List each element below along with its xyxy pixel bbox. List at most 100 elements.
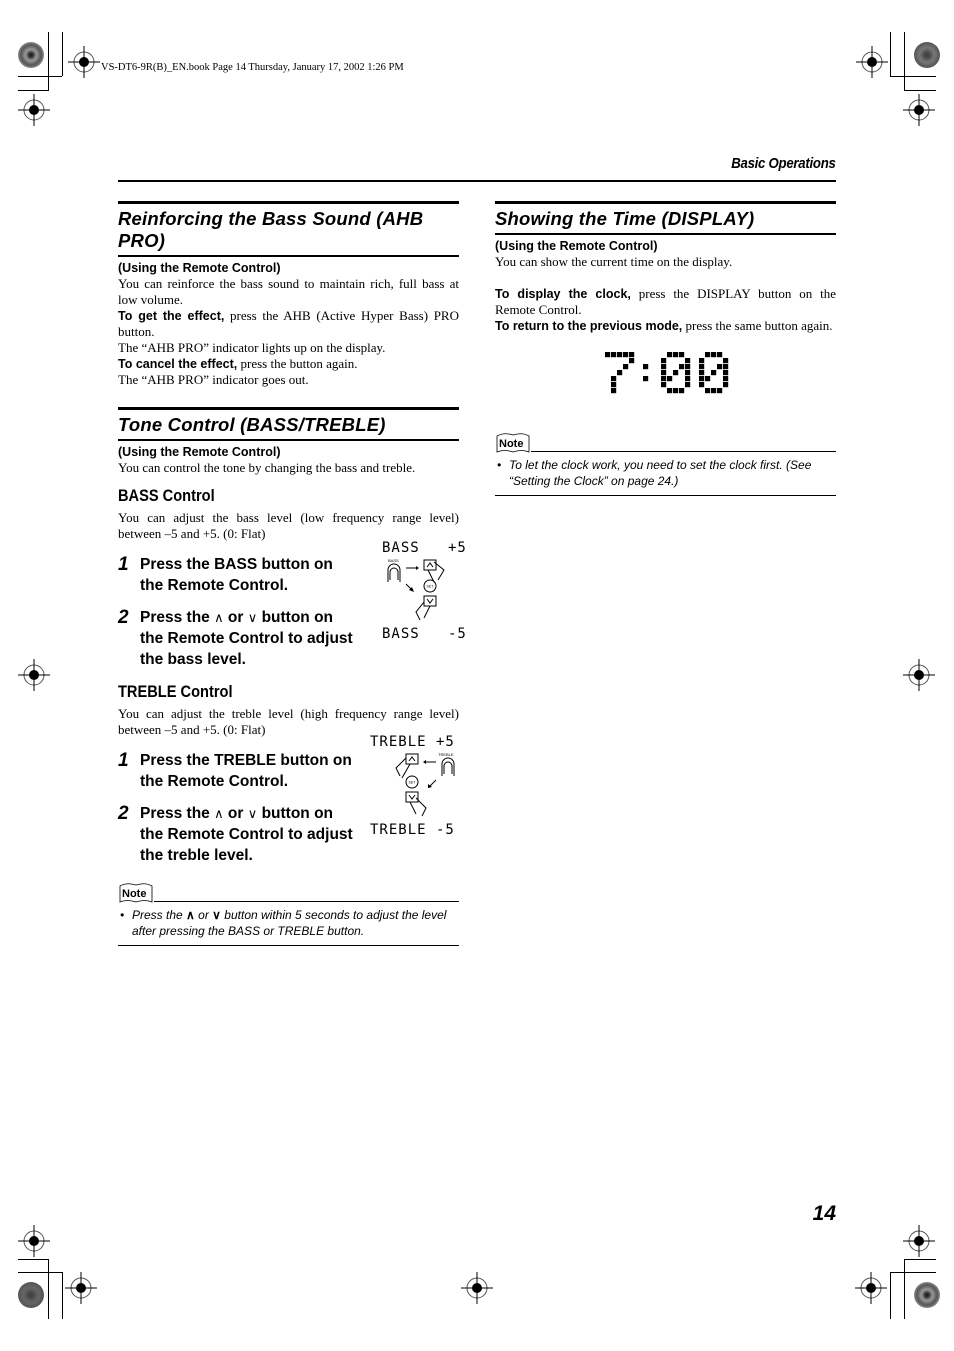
page-number: 14 (812, 1202, 836, 1225)
left-column: Reinforcing the Bass Sound (AHB PRO) (Us… (118, 201, 466, 946)
lcd-treble-minus: TREBLE -5 (370, 822, 455, 838)
note-header: Note (495, 430, 836, 454)
lead-text: To get the effect, (118, 309, 225, 323)
note-rule (154, 901, 459, 902)
lcd-dot (629, 358, 635, 364)
bass-figure: BASS +5 BASS SET BASS -5 (382, 540, 466, 646)
step-text: Press the BASS button on the Remote Cont… (140, 556, 333, 594)
lcd-dot (699, 370, 705, 376)
body-text: press the button again. (237, 356, 358, 371)
lcd-dot (673, 370, 679, 376)
section-title: Tone Control (BASS/TREBLE) (118, 407, 459, 441)
svg-text:SET: SET (427, 585, 435, 589)
bullet: • (120, 908, 125, 922)
lead-text: To display the clock, (495, 287, 631, 301)
lcd-dot (617, 352, 623, 358)
lcd-dot (679, 364, 685, 370)
step-text: Press the (140, 609, 215, 626)
lcd-dot (661, 370, 667, 376)
down-arrow-icon: ∨ (247, 806, 258, 821)
section-subhead: (Using the Remote Control) (118, 445, 281, 459)
note-book-icon: Note (495, 430, 531, 454)
lcd-dot (623, 364, 629, 370)
lcd-dot (611, 388, 617, 394)
note-text: • To let the clock work, you need to set … (495, 457, 836, 489)
treble-control-heading: TREBLE Control (118, 682, 233, 701)
color-rosette-icon (18, 42, 44, 68)
clock-display: 7:00 (495, 348, 836, 418)
lcd-dot (685, 358, 691, 364)
lcd-dot (679, 388, 685, 394)
bullet: • (497, 458, 502, 472)
crop-line (890, 1272, 891, 1319)
crop-line (904, 32, 905, 90)
remote-hand-illustration: TREBLE SET (395, 752, 455, 817)
step-number: 2 (118, 607, 129, 628)
color-rosette-icon (914, 42, 940, 68)
bass-control-heading: BASS Control (118, 486, 215, 505)
treble-figure: TREBLE +5 TREBLE SET TREBLE -5 (370, 734, 460, 844)
note-label: Note (122, 888, 146, 900)
lcd-dot (723, 376, 729, 382)
paragraph: You can show the current time on the dis… (495, 254, 733, 269)
ahb-section: Reinforcing the Bass Sound (AHB PRO) (Us… (118, 201, 459, 388)
paragraph: You can control the tone by changing the… (118, 460, 416, 475)
lcd-dot (705, 376, 711, 382)
step-text: Press the (140, 805, 215, 822)
clock-digit (605, 352, 635, 394)
note-book-icon: Note (118, 880, 154, 904)
crop-line (62, 32, 63, 76)
up-arrow-icon: ∧ (214, 610, 224, 625)
lcd-dot (617, 370, 623, 376)
crop-line (18, 1259, 49, 1260)
note-text: • Press the ∧ or ∨ button within 5 second… (118, 907, 459, 939)
lcd-dot (705, 352, 711, 358)
down-arrow-icon: ∨ (247, 610, 258, 625)
up-arrow-icon: ∧ (186, 908, 195, 922)
lcd-dot (711, 388, 717, 394)
crop-line (18, 76, 62, 77)
section-subhead: (Using the Remote Control) (118, 261, 281, 275)
lcd-dot (699, 376, 705, 382)
lcd-dot (611, 382, 617, 388)
lcd-dot (623, 352, 629, 358)
clock-digit (661, 352, 691, 394)
crop-line (890, 32, 891, 76)
step-number: 2 (118, 803, 129, 824)
remote-hand-illustration: BASS SET (387, 558, 445, 621)
bass-button-label: BASS (388, 558, 399, 563)
lcd-dot (661, 382, 667, 388)
paragraph: To cancel the effect, press the button a… (118, 356, 459, 372)
step-number: 1 (118, 554, 129, 575)
step-2: 2 Press the ∧ or ∨ button on the Remote C… (118, 607, 360, 670)
lcd-dot (673, 352, 679, 358)
section-title: Reinforcing the Bass Sound (AHB PRO) (118, 201, 459, 257)
lcd-dot (723, 364, 729, 370)
crop-line (48, 32, 49, 90)
svg-text:TREBLE: TREBLE (438, 752, 454, 757)
lcd-dot (679, 352, 685, 358)
step-1: 1 Press the TREBLE button on the Remote C… (118, 750, 360, 792)
crop-line (904, 1259, 905, 1319)
note-text-part: Press the (132, 908, 187, 922)
paragraph: To display the clock, press the DISPLAY … (495, 286, 836, 318)
svg-text:Note: Note (499, 438, 523, 450)
down-arrow-icon: ∨ (212, 908, 221, 922)
crop-line (62, 1272, 63, 1319)
registration-mark-icon (856, 46, 888, 78)
lcd-dot (717, 388, 723, 394)
lcd-dot (629, 352, 635, 358)
registration-mark-icon (903, 659, 935, 691)
crop-line (904, 1259, 936, 1260)
note-text-part: or (194, 908, 213, 922)
lcd-dot (667, 376, 673, 382)
running-head: Basic Operations (731, 155, 837, 172)
lcd-dot (711, 352, 717, 358)
lcd-dot (667, 352, 673, 358)
lcd-dot (667, 388, 673, 394)
treble-steps: 1 Press the TREBLE button on the Remote C… (118, 734, 459, 878)
note-box: Note • To let the clock work, you need to… (495, 430, 836, 496)
registration-mark-icon (903, 1225, 935, 1257)
tone-section: Tone Control (BASS/TREBLE) (Using the Re… (118, 407, 466, 946)
paragraph: To return to the previous mode, press th… (495, 318, 836, 334)
